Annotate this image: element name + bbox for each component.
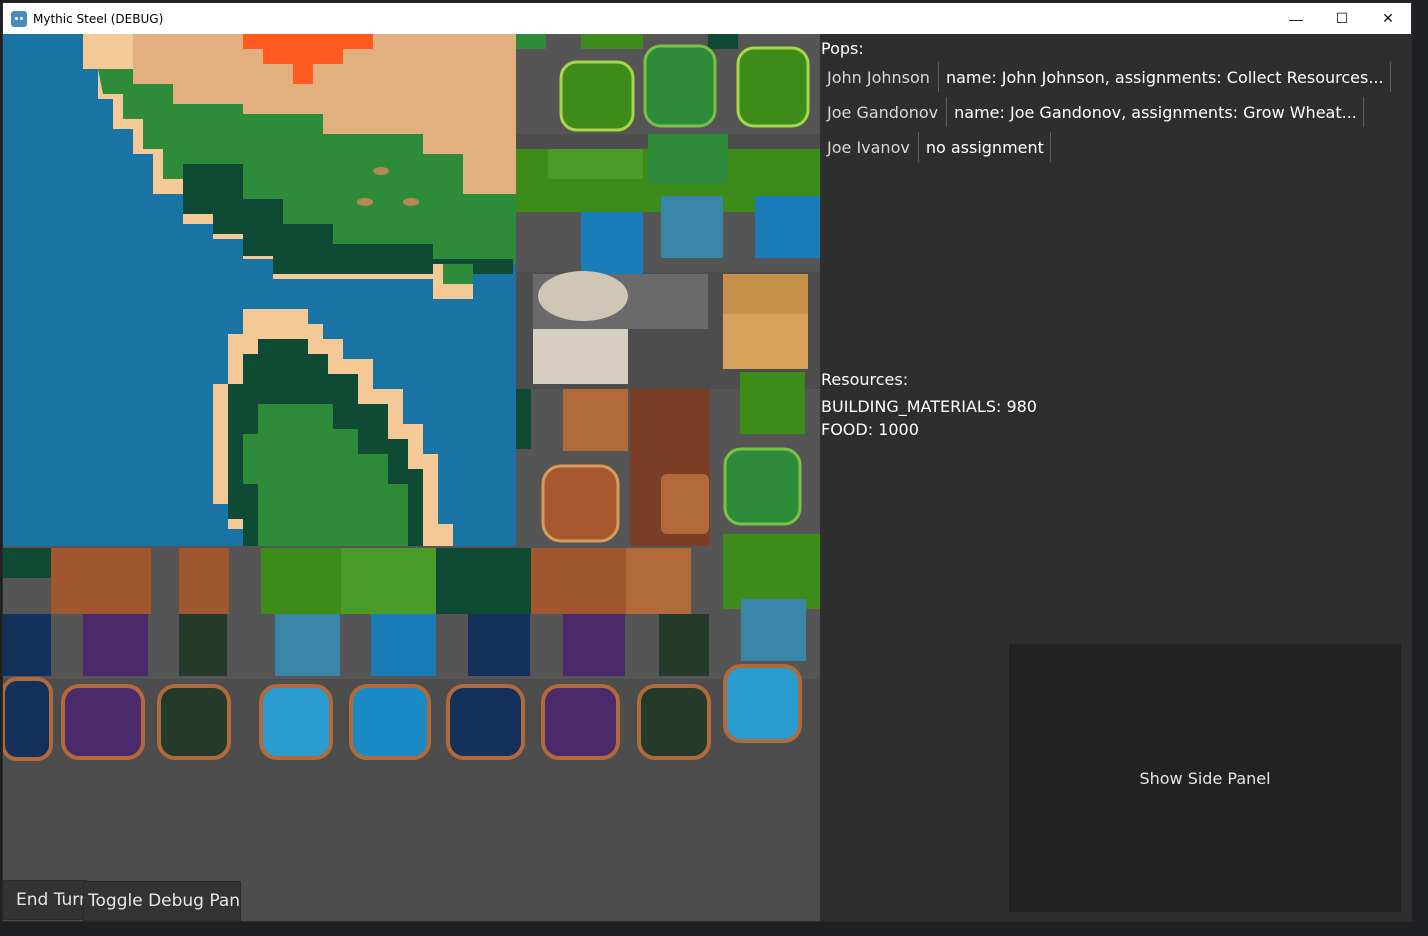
dirt-tile — [723, 274, 808, 314]
pop-row: Joe Ivanov no assignment — [823, 132, 1051, 162]
bush-tile — [559, 60, 635, 132]
show-side-panel-button[interactable]: Show Side Panel — [1127, 761, 1282, 796]
game-viewport: End Turn Toggle Debug Panel Pops: John J… — [3, 34, 1411, 921]
pop-description: no assignment — [920, 132, 1051, 162]
rock-deco — [357, 198, 373, 206]
water-pool-tile — [371, 614, 436, 676]
water-pool-tile — [755, 196, 821, 258]
rock-deco — [373, 167, 389, 175]
dirt-tile — [626, 548, 691, 614]
end-turn-button[interactable]: End Turn — [3, 880, 87, 920]
pop-description: name: Joe Gandonov, assignments: Grow Wh… — [948, 97, 1364, 127]
minimize-button[interactable]: — — [1273, 3, 1319, 34]
water-pool-tile — [275, 614, 340, 676]
water-pool-tile — [723, 664, 802, 743]
dirt-tile — [563, 389, 628, 451]
forest-tile — [3, 548, 51, 578]
grass-tile — [261, 548, 341, 614]
title-bar: Mythic Steel (DEBUG) — ☐ ✕ — [3, 3, 1411, 34]
pop-name-button[interactable]: Joe Ivanov — [823, 132, 919, 162]
stone-tile — [538, 271, 628, 321]
resource-building-materials: BUILDING_MATERIALS: 980 — [821, 397, 1037, 416]
bush-tile — [723, 447, 802, 526]
grass-tile — [723, 534, 821, 609]
dirt-tile — [531, 548, 626, 614]
godot-app-icon — [11, 10, 27, 27]
water-pool-tile — [349, 684, 431, 760]
dirt-tile — [51, 548, 151, 614]
toggle-debug-panel-button[interactable]: Toggle Debug Panel — [83, 881, 241, 921]
terrain-map — [3, 34, 821, 761]
grass-tile — [740, 372, 805, 434]
bush-tile — [736, 46, 810, 128]
bog-tile — [179, 614, 227, 676]
maximize-button[interactable]: ☐ — [1319, 3, 1365, 34]
grass-tile — [581, 34, 643, 49]
pop-row: John Johnson name: John Johnson, assignm… — [823, 62, 1391, 92]
water-pool-tile — [581, 212, 643, 274]
deep-water-tile — [3, 677, 53, 761]
resources-title: Resources: — [821, 370, 909, 389]
dirt-tile — [661, 474, 709, 534]
close-button[interactable]: ✕ — [1365, 3, 1411, 34]
rock-deco — [403, 198, 419, 206]
deep-water-tile — [468, 614, 530, 676]
swamp-tile — [541, 684, 620, 760]
show-side-panel-area: Show Side Panel — [1009, 644, 1401, 912]
game-window: Mythic Steel (DEBUG) — ☐ ✕ End Turn Togg… — [2, 2, 1412, 922]
water-pool-tile — [259, 684, 333, 760]
pops-title: Pops: — [821, 39, 864, 58]
forest-tile — [708, 34, 738, 49]
pop-name-button[interactable]: John Johnson — [823, 62, 939, 92]
dirt-mound-tile — [541, 464, 620, 543]
pop-description: name: John Johnson, assignments: Collect… — [940, 62, 1391, 92]
bog-tile — [157, 684, 231, 760]
water-pool-tile — [741, 599, 806, 661]
grass-tile — [516, 34, 546, 49]
dirt-tile — [179, 548, 229, 614]
tile-map[interactable]: End Turn Toggle Debug Panel — [3, 34, 821, 921]
grass-tile — [648, 134, 728, 184]
stone-tile — [533, 329, 628, 384]
bush-tile — [643, 44, 717, 128]
grass-tile — [341, 548, 436, 614]
pop-row: Joe Gandonov name: Joe Gandonov, assignm… — [823, 97, 1364, 127]
forest-tile — [436, 548, 531, 614]
water-pool-tile — [661, 196, 723, 258]
deep-water-tile — [446, 684, 525, 760]
window-title: Mythic Steel (DEBUG) — [33, 11, 164, 26]
bog-tile — [659, 614, 709, 676]
deep-water-tile — [3, 614, 51, 676]
resource-food: FOOD: 1000 — [821, 420, 919, 439]
grass-tile — [548, 149, 643, 179]
bog-tile — [637, 684, 711, 760]
dirt-tile — [723, 314, 808, 369]
swamp-tile — [83, 614, 148, 676]
swamp-tile — [61, 684, 145, 760]
forest-tile — [516, 389, 531, 449]
pop-name-button[interactable]: Joe Gandonov — [823, 97, 948, 127]
swamp-tile — [563, 614, 625, 676]
